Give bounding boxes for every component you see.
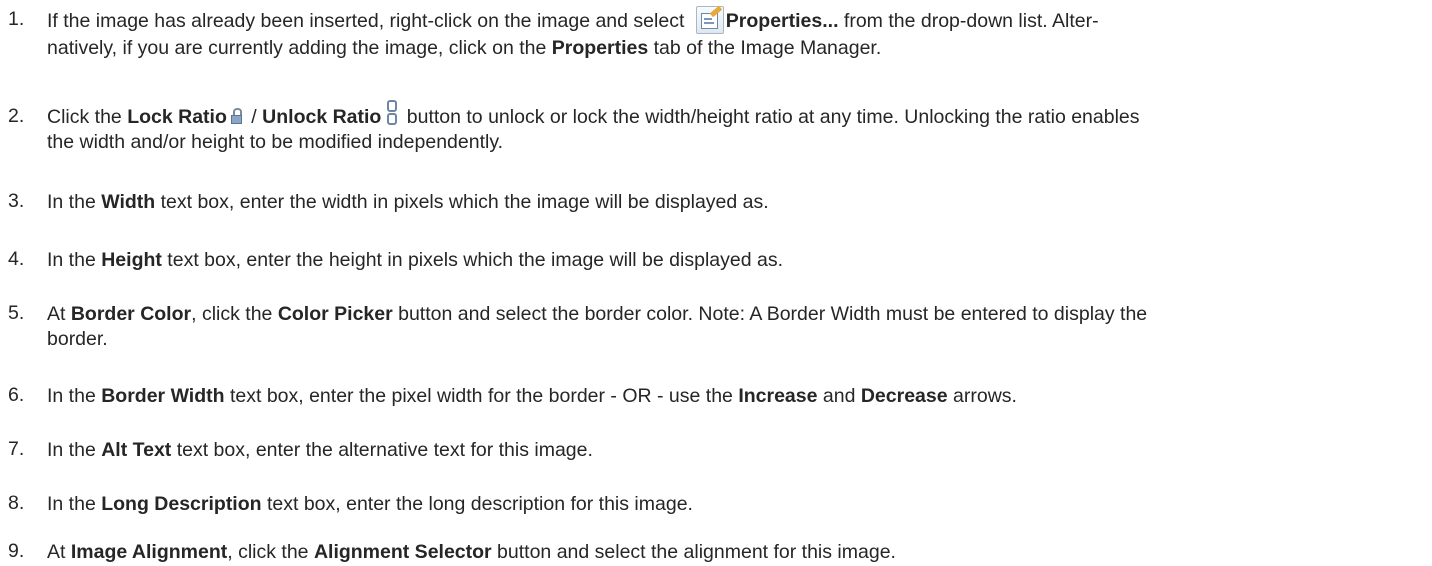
step-text: In the Border Width text box, enter the … bbox=[47, 385, 1017, 407]
color-picker-label: Color Picker bbox=[277, 303, 393, 325]
step-number: 1. bbox=[8, 8, 25, 30]
increase-label: Increase bbox=[738, 385, 818, 407]
properties-icon bbox=[695, 5, 724, 34]
lock-ratio-icon bbox=[230, 107, 242, 124]
height-label: Height bbox=[101, 249, 162, 271]
step-text: In the Long Description text box, enter … bbox=[47, 493, 693, 515]
width-label: Width bbox=[101, 191, 156, 213]
properties-label: Properties... bbox=[725, 10, 839, 33]
long-description-label: Long Description bbox=[101, 493, 262, 515]
step-text: In the Width text box, enter the width i… bbox=[47, 191, 769, 213]
step-number: 8. bbox=[8, 492, 25, 514]
step-text: In the Alt Text text box, enter the alte… bbox=[47, 439, 593, 461]
step-text: At Border Color, click the Color Picker … bbox=[47, 303, 1148, 350]
alt-text-label: Alt Text bbox=[101, 439, 172, 461]
unlock-ratio-label: Unlock Ratio bbox=[262, 106, 382, 128]
unlock-ratio-icon bbox=[385, 99, 398, 125]
image-alignment-label: Image Alignment bbox=[70, 541, 228, 563]
lock-ratio-label: Lock Ratio bbox=[127, 106, 227, 128]
step-number: 6. bbox=[8, 384, 25, 406]
step-number: 4. bbox=[8, 248, 25, 270]
step-number: 5. bbox=[8, 302, 25, 324]
step-number: 2. bbox=[8, 105, 25, 127]
border-width-label: Border Width bbox=[101, 385, 225, 407]
step-number: 7. bbox=[8, 438, 25, 460]
step-number: 9. bbox=[8, 540, 25, 562]
step-text: If the image has already been inserted, … bbox=[47, 5, 1417, 61]
alignment-selector-label: Alignment Selector bbox=[313, 541, 492, 563]
decrease-label: Decrease bbox=[860, 385, 948, 407]
step-text: Click the Lock Ratio / Unlock Ratio butt… bbox=[47, 99, 1417, 155]
step-text: At Image Alignment, click the Alignment … bbox=[47, 541, 896, 563]
step-number: 3. bbox=[8, 190, 25, 212]
step-text: In the Height text box, enter the height… bbox=[47, 249, 783, 271]
border-color-label: Border Color bbox=[70, 303, 192, 325]
properties-tab-label: Properties bbox=[551, 37, 649, 59]
